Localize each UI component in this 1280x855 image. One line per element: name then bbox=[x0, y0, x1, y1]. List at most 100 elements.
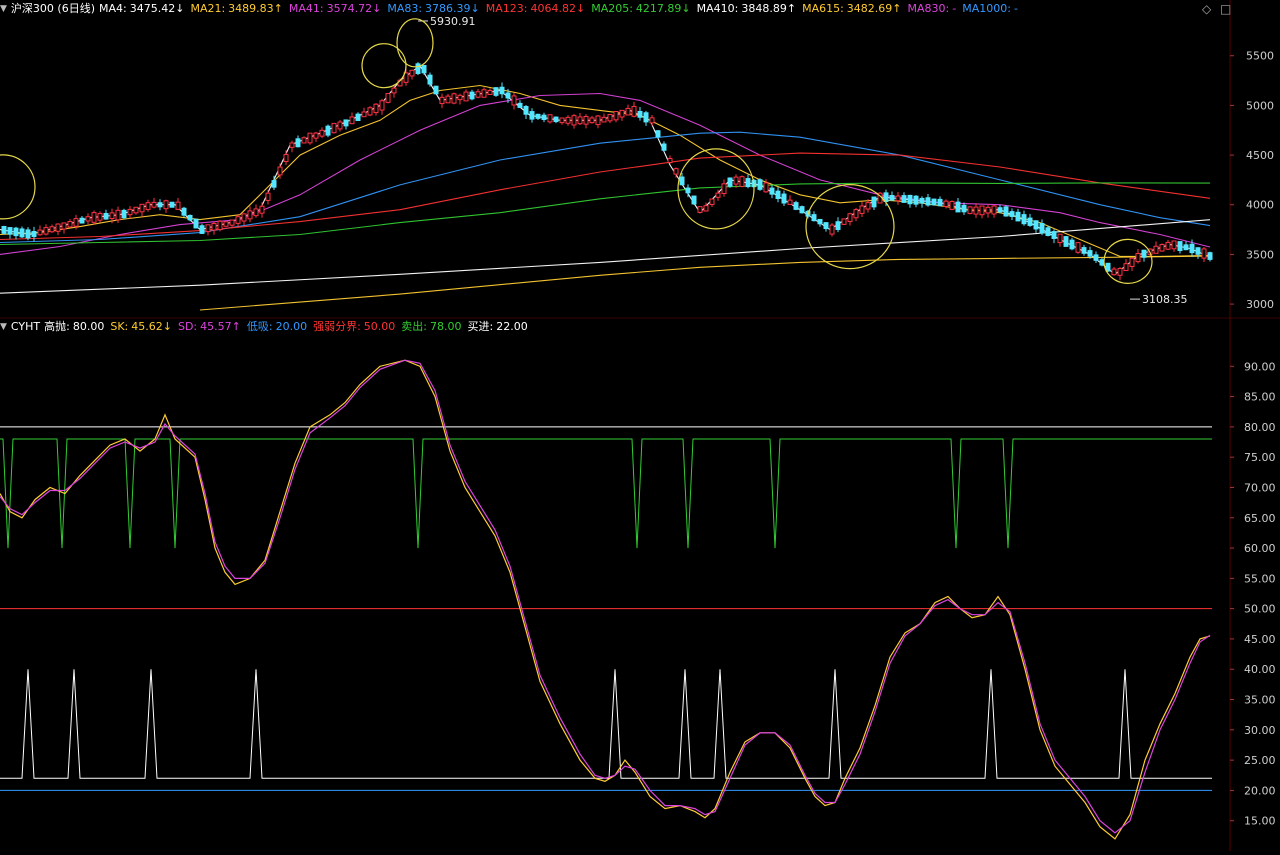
ma-legend-item-value: 3786.39 bbox=[425, 2, 471, 15]
indicator-title: CYHT bbox=[10, 320, 41, 333]
candle-body bbox=[409, 69, 415, 77]
candle-body bbox=[655, 130, 661, 138]
ma-legend-item-3: MA83: 3786.39↓ bbox=[387, 0, 479, 18]
y-tick-label: 3500 bbox=[1246, 248, 1274, 261]
candle-body bbox=[781, 193, 787, 204]
down-arrow-icon: ↓ bbox=[470, 2, 480, 15]
candle-body bbox=[325, 125, 331, 136]
candle-body bbox=[1111, 268, 1117, 276]
candle-body bbox=[1033, 220, 1039, 230]
indicator-legend-item-label: SD: bbox=[177, 320, 198, 333]
candle-body bbox=[91, 212, 97, 223]
candle-body bbox=[517, 102, 523, 108]
candle-body bbox=[481, 89, 487, 98]
indicator-legend-item-value: 80.00 bbox=[72, 320, 105, 333]
ma-legend-item-value: - bbox=[1013, 2, 1018, 15]
ma-legend-item-7: MA615: 3482.69↑ bbox=[802, 0, 901, 18]
ma-legend-item-value: 4217.89 bbox=[635, 2, 682, 15]
candle-body bbox=[31, 231, 37, 238]
indicator-legend-item-value: 45.57 bbox=[200, 320, 232, 333]
ma-legend-item-9: MA1000: - bbox=[962, 0, 1018, 18]
candle-body bbox=[73, 218, 79, 227]
candle-body bbox=[1099, 259, 1105, 266]
y-tick-label: 4500 bbox=[1246, 149, 1274, 162]
candle-body bbox=[265, 192, 271, 201]
ma-legend-item-value: 3475.42 bbox=[129, 2, 176, 15]
y-tick-label: 85.00 bbox=[1244, 391, 1276, 404]
candle-body bbox=[1093, 254, 1099, 261]
candle-body bbox=[139, 203, 145, 213]
candle-body bbox=[727, 177, 733, 187]
indicator-legend-item-value: 50.00 bbox=[363, 320, 396, 333]
y-tick-label: 80.00 bbox=[1244, 421, 1276, 434]
candle-body bbox=[1009, 211, 1015, 217]
highlight-circle bbox=[805, 184, 895, 270]
ma-line-ma4 bbox=[0, 64, 1211, 276]
candle-body bbox=[79, 217, 85, 224]
indicator-legend-item-label: 高抛: bbox=[44, 320, 70, 333]
candle-body bbox=[955, 201, 961, 213]
candle-body bbox=[223, 221, 229, 227]
ma-legend-item-value: 3848.89 bbox=[741, 2, 787, 15]
chart-canvas[interactable]: 5500500045004000350030005930.913108.3590… bbox=[0, 0, 1280, 851]
candle-body bbox=[319, 129, 325, 137]
y-tick-label: 65.00 bbox=[1244, 512, 1276, 525]
candle-body bbox=[925, 197, 931, 206]
maximize-icon[interactable]: □ bbox=[1220, 2, 1231, 16]
ma-line-ma123 bbox=[0, 152, 1211, 241]
candle-body bbox=[283, 154, 289, 163]
candle-body bbox=[19, 228, 25, 238]
ma-legend-item-label: MA615: bbox=[802, 2, 844, 15]
candle-body bbox=[919, 197, 925, 204]
candle-body bbox=[25, 229, 31, 239]
y-tick-label: 20.00 bbox=[1244, 784, 1276, 797]
candle-body bbox=[1201, 248, 1207, 259]
candle-body bbox=[829, 224, 835, 235]
candle-body bbox=[901, 195, 907, 203]
candle-body bbox=[421, 65, 427, 74]
candle-body bbox=[1075, 242, 1081, 253]
ma-legend-item-label: MA830: bbox=[907, 2, 950, 15]
ma-legend-item-5: MA205: 4217.89↓ bbox=[591, 0, 690, 18]
y-tick-label: 50.00 bbox=[1244, 603, 1276, 616]
candle-body bbox=[757, 179, 763, 190]
indicator-legend-item-3: 低吸: 20.00 bbox=[247, 318, 307, 336]
indicator-legend-item-1: SK: 45.62↓ bbox=[110, 318, 172, 336]
ma-legend-item-value: 4064.82 bbox=[530, 2, 576, 15]
ma-legend-item-label: MA4: bbox=[99, 2, 127, 15]
candle-body bbox=[55, 223, 61, 232]
ma-legend-item-label: MA410: bbox=[696, 2, 739, 15]
candle-body bbox=[181, 207, 187, 216]
candle-body bbox=[313, 132, 319, 139]
y-tick-label: 35.00 bbox=[1244, 694, 1276, 707]
candle-body bbox=[559, 117, 565, 124]
candle-body bbox=[1123, 263, 1129, 272]
candle-body bbox=[205, 224, 211, 233]
candle-body bbox=[823, 222, 829, 230]
indicator-legend-bar: ▼ CYHT 高抛: 80.00 SK: 45.62↓ SD: 45.57↑ 低吸: 20.0… bbox=[0, 318, 538, 336]
indicator-legend-item-label: SK: bbox=[110, 320, 129, 333]
y-tick-label: 75.00 bbox=[1244, 451, 1276, 464]
candle-body bbox=[1021, 214, 1027, 225]
candle-body bbox=[619, 109, 625, 118]
down-arrow-icon: ↓ bbox=[681, 2, 691, 15]
candle-body bbox=[163, 200, 169, 210]
diamond-icon[interactable]: ◇ bbox=[1202, 2, 1211, 16]
candle-body bbox=[109, 212, 115, 219]
collapse-icon[interactable]: ▼ bbox=[0, 318, 7, 336]
candle-body bbox=[991, 205, 997, 215]
candle-body bbox=[889, 195, 895, 201]
ma-legend-list: MA4: 3475.42↓ MA21: 3489.83↑ MA41: 3574.72↓ MA… bbox=[99, 0, 1024, 18]
candle-body bbox=[451, 93, 457, 104]
candle-body bbox=[895, 195, 901, 202]
ma-legend-item-value: - bbox=[952, 2, 957, 15]
candle-body bbox=[967, 206, 973, 214]
candle-body bbox=[907, 194, 913, 205]
candle-body bbox=[307, 132, 313, 144]
ma-legend-item-1: MA21: 3489.83↑ bbox=[190, 0, 282, 18]
candle-body bbox=[127, 208, 133, 216]
collapse-icon[interactable]: ▼ bbox=[0, 0, 7, 18]
candle-body bbox=[445, 95, 451, 104]
candle-body bbox=[613, 111, 619, 121]
highlight-circle bbox=[0, 154, 36, 220]
